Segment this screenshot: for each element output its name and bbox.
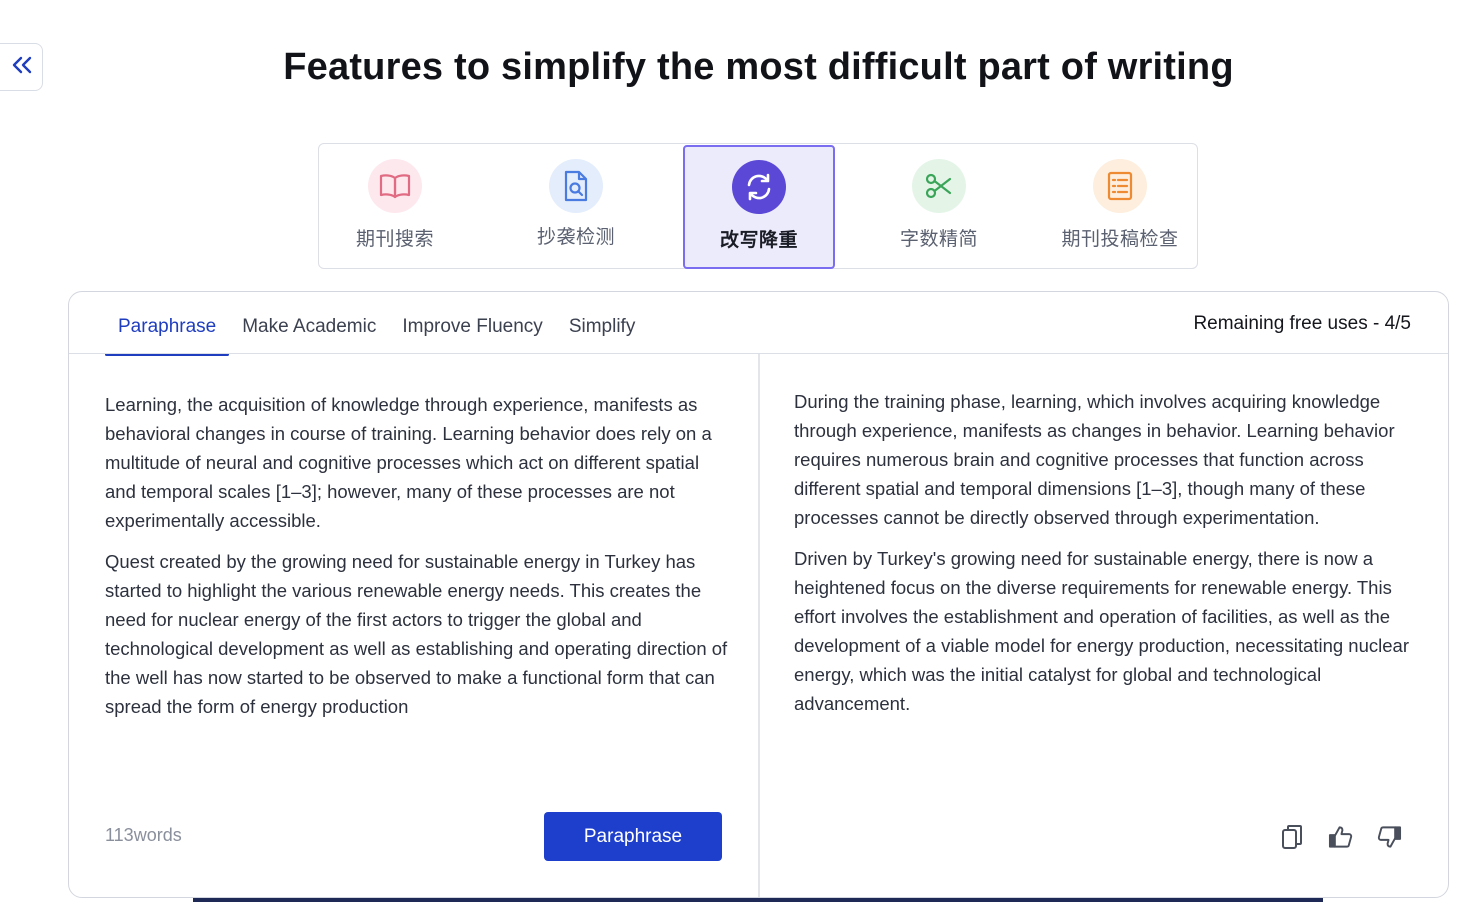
feature-label: 改写降重 [719, 230, 798, 251]
divider [758, 354, 760, 897]
book-icon [368, 159, 422, 213]
input-paragraph: Learning, the acquisition of knowledge t… [105, 394, 712, 531]
feature-label: 期刊搜索 [355, 229, 434, 250]
word-count: 113words [105, 825, 182, 845]
scissors-icon [912, 159, 966, 213]
tab-paraphrase[interactable]: Paraphrase [105, 312, 230, 356]
thumbs-down-icon[interactable] [1377, 823, 1402, 851]
refresh-icon [732, 160, 786, 214]
feature-plagiarism-check[interactable]: 抄袭检测 [500, 144, 652, 270]
feature-submission-check[interactable]: 期刊投稿检查 [1044, 144, 1196, 270]
editor-card: Paraphrase Make Academic Improve Fluency… [68, 291, 1449, 898]
feature-label: 字数精简 [899, 229, 978, 250]
output-paragraph: Driven by Turkey's growing need for sust… [794, 548, 1409, 714]
input-paragraph: Quest created by the growing need for su… [105, 551, 728, 717]
thumbs-up-icon[interactable] [1328, 823, 1353, 851]
feature-word-reduce[interactable]: 字数精简 [863, 144, 1015, 270]
remaining-uses: Remaining free uses - 4/5 [1193, 313, 1411, 334]
feature-selector: 期刊搜索 抄袭检测 改写降重 字数精简 期刊投稿检查 [318, 143, 1198, 269]
paraphrase-button[interactable]: Paraphrase [544, 812, 722, 861]
tab-improve-fluency[interactable]: Improve Fluency [389, 312, 555, 356]
output-actions [1279, 823, 1402, 851]
checklist-icon [1093, 159, 1147, 213]
mode-tabs: Paraphrase Make Academic Improve Fluency… [105, 312, 648, 356]
bottom-accent-line [193, 898, 1323, 902]
page-title: Features to simplify the most difficult … [283, 46, 1234, 88]
feature-label: 抄袭检测 [536, 227, 615, 248]
feature-label: 期刊投稿检查 [1061, 229, 1179, 250]
tab-make-academic[interactable]: Make Academic [229, 312, 389, 356]
copy-icon[interactable] [1279, 823, 1304, 851]
input-text-area[interactable]: Learning, the acquisition of knowledge t… [105, 390, 730, 733]
document-search-icon [549, 159, 603, 213]
feature-journal-search[interactable]: 期刊搜索 [319, 144, 471, 270]
tab-simplify[interactable]: Simplify [556, 312, 649, 356]
feature-paraphrase[interactable]: 改写降重 [683, 145, 835, 269]
output-paragraph: During the training phase, learning, whi… [794, 391, 1395, 528]
output-text-area: During the training phase, learning, whi… [794, 387, 1414, 730]
